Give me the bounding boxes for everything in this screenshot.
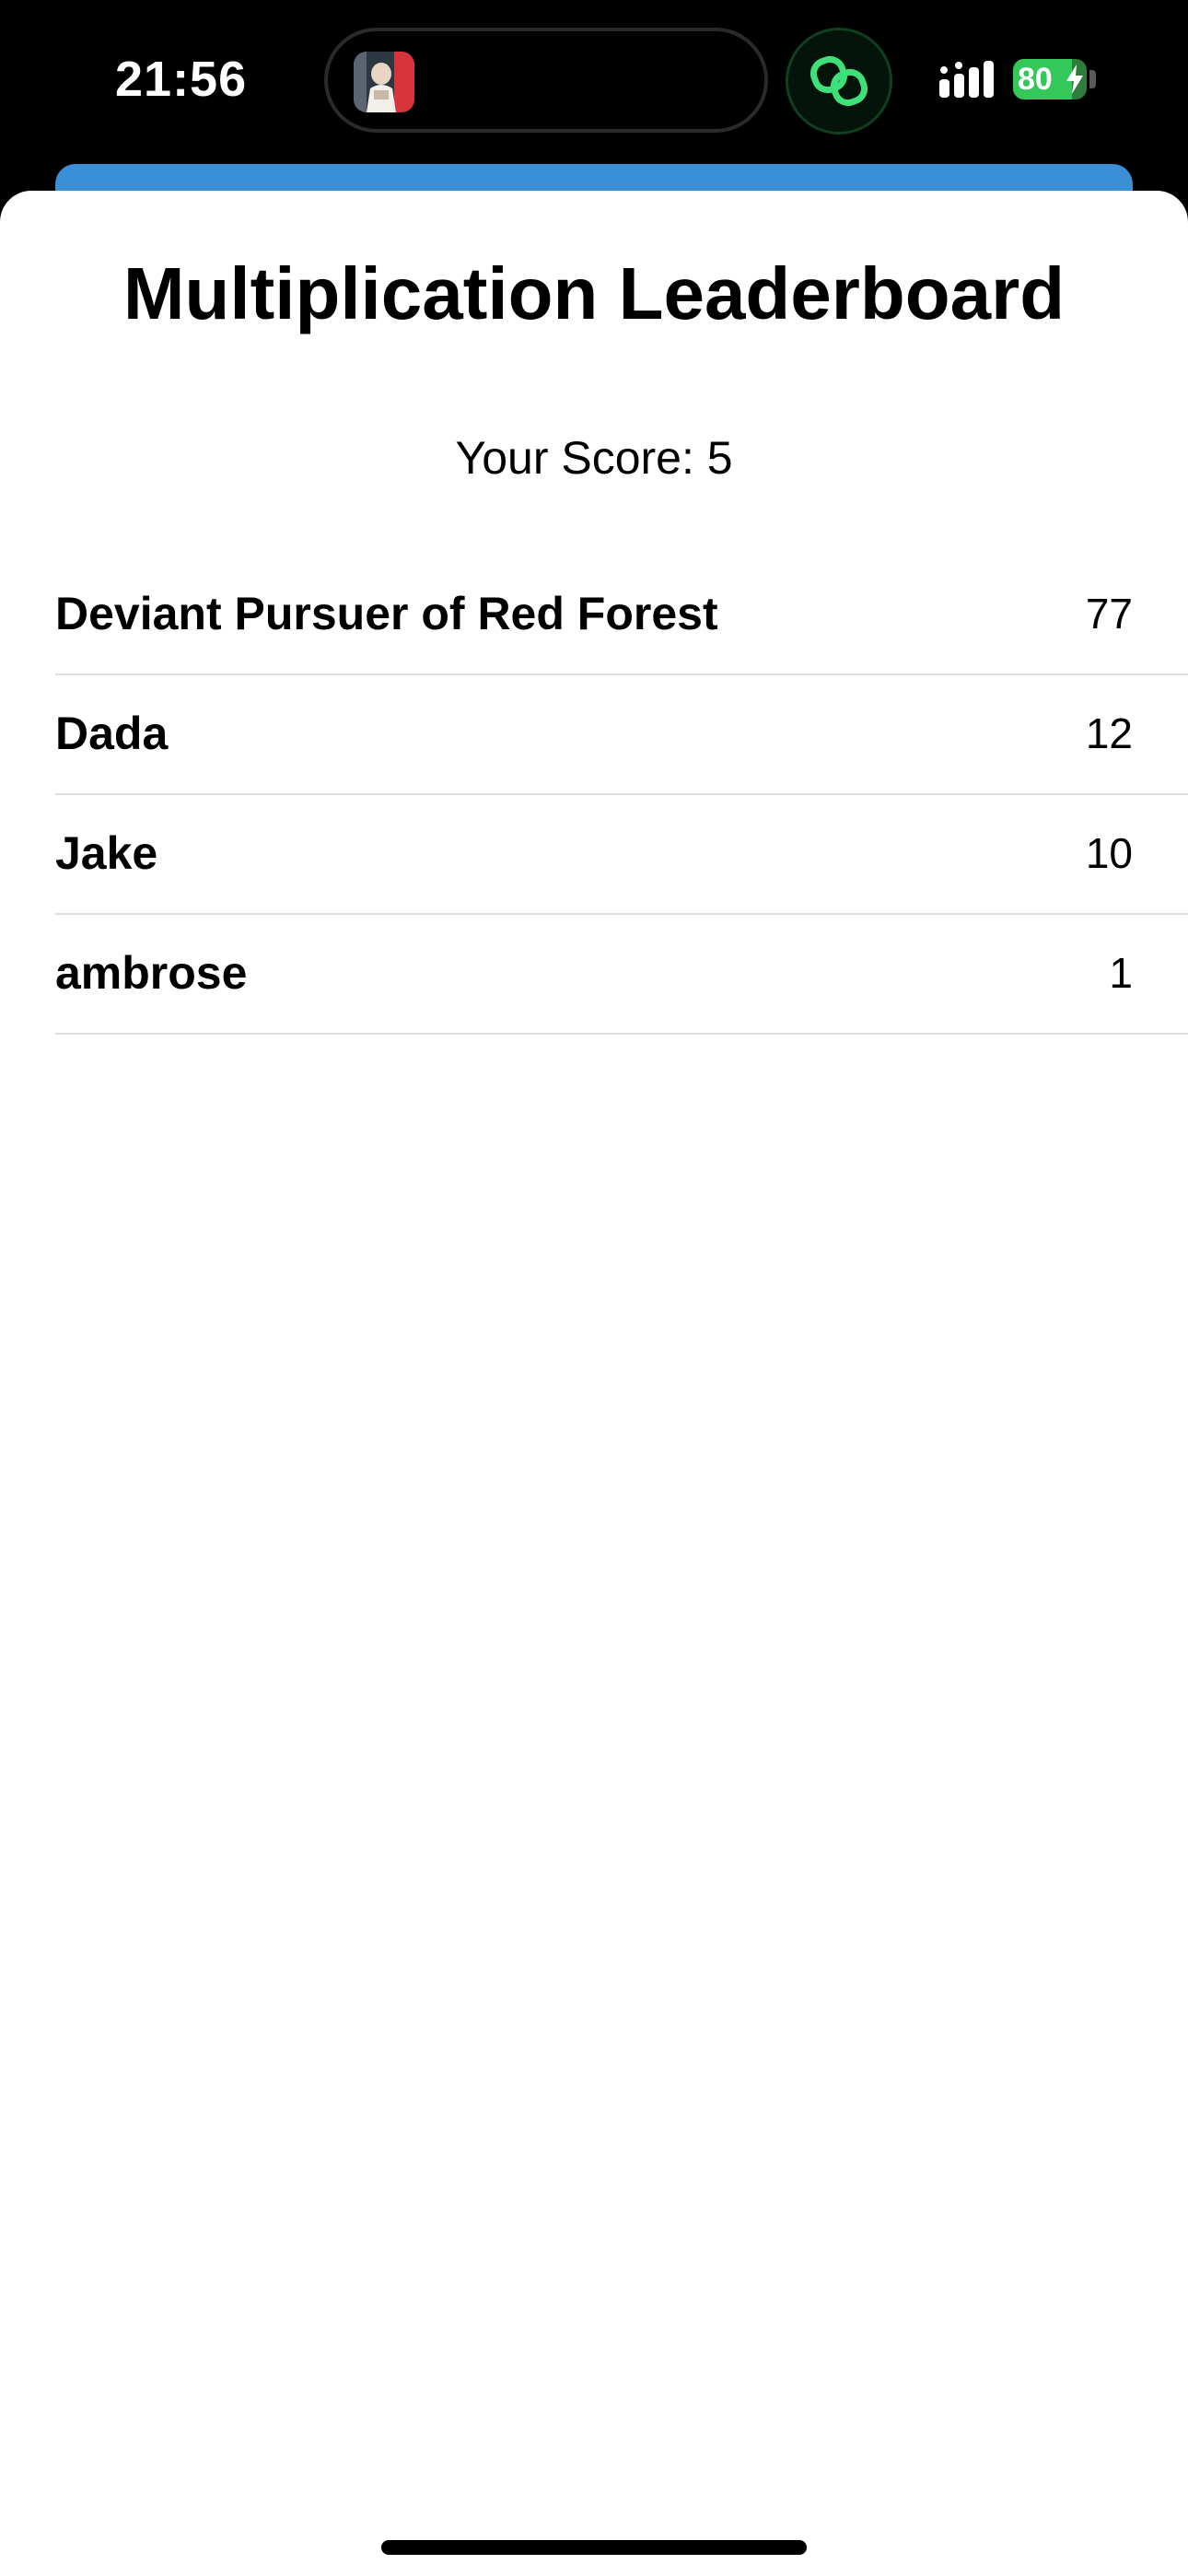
leaderboard-row: Jake 10 xyxy=(55,795,1188,915)
player-name: Dada xyxy=(55,708,169,759)
home-indicator[interactable] xyxy=(381,2540,807,2555)
link-rings-icon xyxy=(809,55,868,107)
live-activity[interactable] xyxy=(786,28,892,135)
dynamic-island[interactable] xyxy=(324,28,768,133)
cellular-signal-icon xyxy=(939,61,994,98)
player-score: 12 xyxy=(1085,709,1133,757)
player-score: 1 xyxy=(1109,949,1133,997)
leaderboard-sheet: Multiplication Leaderboard Your Score: 5… xyxy=(0,191,1188,2576)
status-bar: 21:56 80 xyxy=(0,0,1188,184)
battery-indicator: 80 xyxy=(1013,59,1087,100)
status-time: 21:56 xyxy=(115,52,248,107)
battery-cap xyxy=(1089,70,1096,88)
player-score: 10 xyxy=(1085,829,1133,877)
player-name: Deviant Pursuer of Red Forest xyxy=(55,588,718,639)
leaderboard-list[interactable]: Deviant Pursuer of Red Forest 77 Dada 12… xyxy=(55,556,1188,1035)
player-name: ambrose xyxy=(55,947,248,999)
player-name: Jake xyxy=(55,827,158,879)
player-score: 77 xyxy=(1085,590,1133,638)
your-score-label: Your Score: 5 xyxy=(455,432,733,484)
charging-bolt-icon xyxy=(1066,64,1083,94)
leaderboard-row: Dada 12 xyxy=(55,675,1188,795)
leaderboard-row: Deviant Pursuer of Red Forest 77 xyxy=(55,556,1188,675)
page-title: Multiplication Leaderboard xyxy=(122,252,1066,334)
leaderboard-row: ambrose 1 xyxy=(55,915,1188,1035)
now-playing-artwork[interactable] xyxy=(354,52,414,112)
battery-percent: 80 xyxy=(1018,62,1053,97)
